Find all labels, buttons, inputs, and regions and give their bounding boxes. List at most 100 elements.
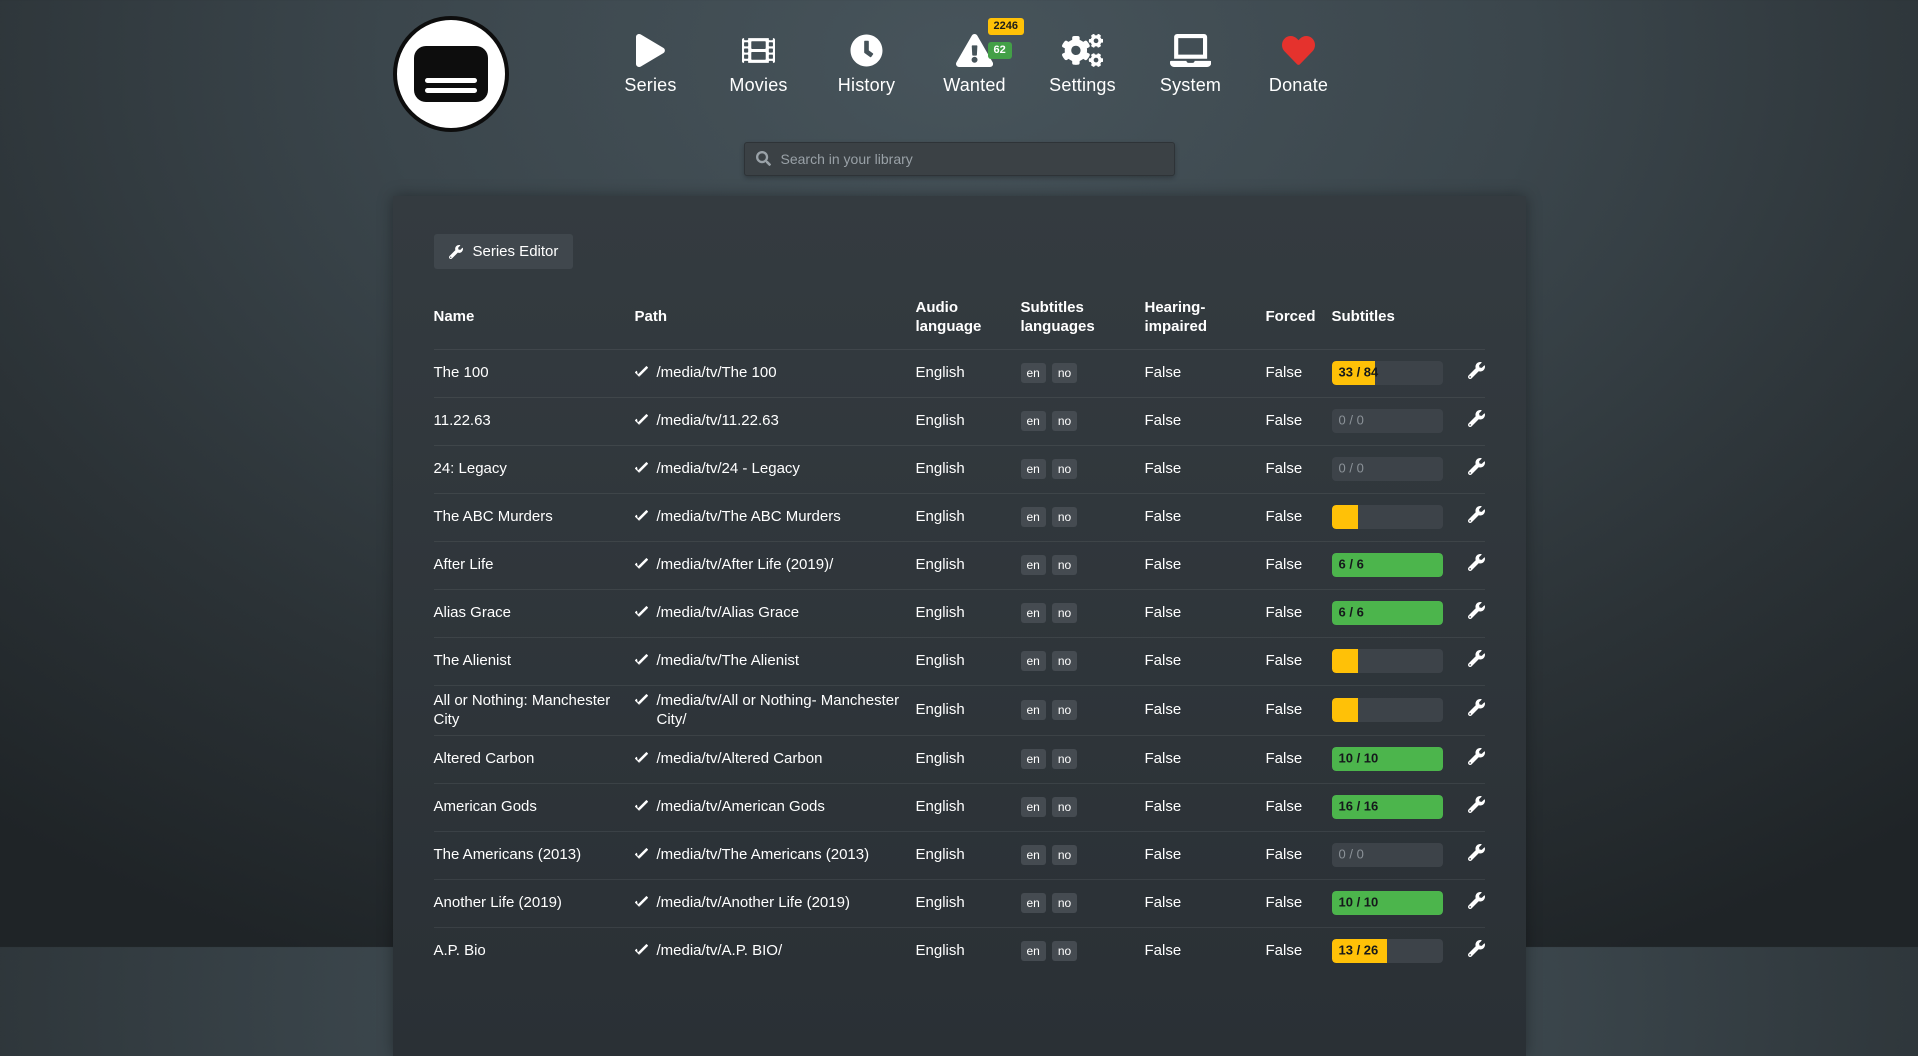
series-name: A.P. Bio [434,941,635,961]
table-header-row: Name Path Audio language Subtitles langu… [434,299,1485,349]
nav-system-label: System [1160,75,1221,96]
wrench-icon[interactable] [1468,554,1485,571]
series-path: /media/tv/11.22.63 [657,411,779,431]
nav-item-settings[interactable]: Settings [1044,32,1122,96]
progress-fill [1332,505,1359,529]
series-name: All or Nothing: Manchester City [434,691,635,730]
subtitle-language-badge: no [1052,651,1077,671]
series-path-cell: /media/tv/All or Nothing- Manchester Cit… [635,691,916,730]
wrench-icon[interactable] [1468,410,1485,427]
subtitle-language-badge: en [1021,603,1046,623]
check-icon [635,944,648,957]
series-editor-button[interactable]: Series Editor [434,234,574,269]
subtitles-progress-bar: 10 / 10 [1332,747,1443,771]
series-name: The ABC Murders [434,507,635,527]
nav-item-system[interactable]: System [1152,32,1230,96]
hearing-impaired-value: False [1145,555,1266,575]
nav-item-donate[interactable]: Donate [1260,32,1338,96]
series-table-body: The 100 /media/tv/The 100 English enno F… [434,349,1485,975]
column-header-name: Name [434,308,635,327]
wrench-icon[interactable] [1468,940,1485,957]
series-row[interactable]: Alias Grace /media/tv/Alias Grace Englis… [434,589,1485,637]
series-row[interactable]: All or Nothing: Manchester City /media/t… [434,685,1485,735]
series-row[interactable]: 11.22.63 /media/tv/11.22.63 English enno… [434,397,1485,445]
forced-value: False [1266,459,1332,479]
nav-item-wanted[interactable]: 2246 62 Wanted [936,32,1014,96]
hearing-impaired-value: False [1145,845,1266,865]
wrench-icon[interactable] [1468,650,1485,667]
subtitle-languages: enno [1021,845,1145,865]
subtitles-progress-label: 6 / 6 [1339,557,1364,574]
audio-language-value: English [916,411,1021,431]
series-row[interactable]: The Americans (2013) /media/tv/The Ameri… [434,831,1485,879]
series-path-cell: /media/tv/A.P. BIO/ [635,941,916,961]
series-row[interactable]: The 100 /media/tv/The 100 English enno F… [434,349,1485,397]
series-row[interactable]: Altered Carbon /media/tv/Altered Carbon … [434,735,1485,783]
series-row[interactable]: 24: Legacy /media/tv/24 - Legacy English… [434,445,1485,493]
wrench-icon[interactable] [1468,699,1485,716]
hearing-impaired-value: False [1145,893,1266,913]
bazarr-logo[interactable] [393,16,509,132]
subtitles-progress-cell [1332,505,1459,529]
subtitles-progress-cell: 0 / 0 [1332,457,1459,481]
subtitle-language-badge: en [1021,507,1046,527]
subtitles-progress-bar: 6 / 6 [1332,553,1443,577]
nav-item-series[interactable]: Series [612,32,690,96]
subtitle-language-badge: en [1021,411,1046,431]
audio-language-value: English [916,507,1021,527]
series-row[interactable]: The Alienist /media/tv/The Alienist Engl… [434,637,1485,685]
subtitles-progress-label: 6 / 6 [1339,605,1364,622]
nav-item-movies[interactable]: Movies [720,32,798,96]
hearing-impaired-value: False [1145,363,1266,383]
subtitles-progress-bar: 33 / 84 [1332,361,1443,385]
series-row[interactable]: American Gods /media/tv/American Gods En… [434,783,1485,831]
subtitles-progress-cell: 10 / 10 [1332,747,1459,771]
audio-language-value: English [916,941,1021,961]
wrench-icon[interactable] [1468,892,1485,909]
wrench-icon[interactable] [1468,602,1485,619]
forced-value: False [1266,845,1332,865]
nav-item-history[interactable]: History [828,32,906,96]
subtitle-languages: enno [1021,603,1145,623]
subtitle-language-badge: en [1021,941,1046,961]
row-actions [1468,650,1485,673]
subtitle-languages: enno [1021,797,1145,817]
wrench-icon[interactable] [1468,748,1485,765]
wrench-icon[interactable] [1468,844,1485,861]
series-row[interactable]: A.P. Bio /media/tv/A.P. BIO/ English enn… [434,927,1485,975]
search-input[interactable] [744,142,1175,176]
wrench-icon[interactable] [1468,362,1485,379]
main-nav: Series Movies History 2246 62 W [612,32,1338,96]
logo-screen-shape [414,46,488,102]
wrench-icon[interactable] [1468,458,1485,475]
series-name: Another Life (2019) [434,893,635,913]
series-name: Altered Carbon [434,749,635,769]
series-row[interactable]: The ABC Murders /media/tv/The ABC Murder… [434,493,1485,541]
wrench-icon[interactable] [1468,506,1485,523]
subtitles-progress-bar: 0 / 0 [1332,457,1443,481]
series-row[interactable]: Another Life (2019) /media/tv/Another Li… [434,879,1485,927]
check-icon [635,800,648,813]
wrench-icon[interactable] [1468,796,1485,813]
series-path: /media/tv/24 - Legacy [657,459,800,479]
subtitle-language-badge: no [1052,845,1077,865]
subtitle-language-badge: no [1052,893,1077,913]
series-row[interactable]: After Life /media/tv/After Life (2019)/ … [434,541,1485,589]
row-actions [1468,892,1485,915]
hearing-impaired-value: False [1145,411,1266,431]
subtitles-progress-bar: 0 / 0 [1332,843,1443,867]
subtitle-language-badge: no [1052,749,1077,769]
column-header-path: Path [635,308,916,327]
column-header-audio-language: Audio language [916,299,1021,337]
series-path: /media/tv/Another Life (2019) [657,893,850,913]
progress-fill [1332,698,1359,722]
hearing-impaired-value: False [1145,797,1266,817]
logo-subtitle-line [425,78,477,83]
subtitles-progress-cell: 33 / 84 [1332,361,1459,385]
search-icon [756,151,771,171]
row-actions [1468,458,1485,481]
film-icon [742,32,775,68]
subtitles-progress-cell: 16 / 16 [1332,795,1459,819]
forced-value: False [1266,555,1332,575]
subtitle-languages: enno [1021,893,1145,913]
